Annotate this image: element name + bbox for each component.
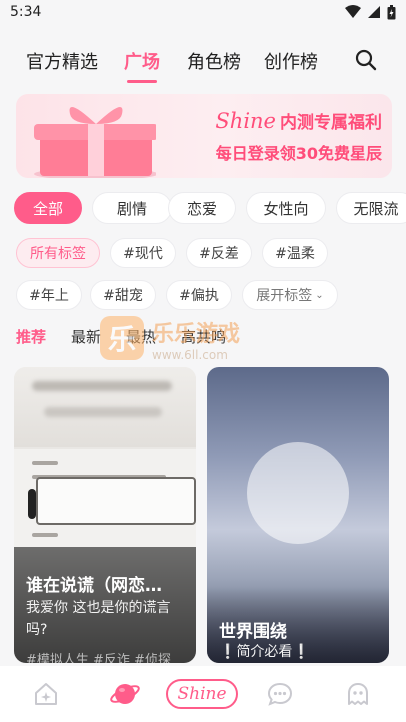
sort-resonance[interactable]: 高共鸣: [181, 326, 226, 347]
tag-contrast[interactable]: #反差: [186, 238, 252, 268]
nav-profile[interactable]: [342, 678, 374, 710]
watermark-url: www.6ll.com: [152, 348, 228, 362]
top-nav: 官方精选 广场 角色榜 创作榜: [0, 42, 406, 83]
tag-obsessive[interactable]: #偏执: [166, 280, 232, 310]
category-story[interactable]: 剧情: [92, 192, 172, 224]
tag-gentle[interactable]: #温柔: [262, 238, 328, 268]
tag-sweet[interactable]: #甜宠: [90, 280, 156, 310]
nav-home[interactable]: [30, 678, 62, 710]
nav-plaza[interactable]: [108, 678, 142, 710]
story-card[interactable]: 世界围绕 ❕简介必看❕: [207, 367, 389, 663]
signal-icon: [368, 6, 380, 18]
card-tags: #模拟人生 #反诈 #侦探: [26, 653, 171, 663]
card-cover-detail: [28, 489, 36, 519]
planet-icon: [110, 684, 140, 704]
search-icon[interactable]: [354, 48, 378, 72]
character-silhouette: [247, 442, 349, 544]
status-icons: [345, 4, 396, 20]
battery-icon: [387, 4, 396, 19]
sort-recommended[interactable]: 推荐: [16, 326, 46, 347]
category-romance[interactable]: 恋爱: [168, 192, 236, 224]
sort-row: 推荐 最新 最热 高共鸣: [0, 324, 406, 348]
tag-all[interactable]: 所有标签: [16, 238, 100, 268]
card-description: ❕简介必看❕: [219, 641, 379, 663]
category-all[interactable]: 全部: [14, 192, 82, 224]
shine-logo: Shine: [215, 109, 276, 133]
gift-box-icon: [34, 106, 156, 178]
banner-title: 内测专属福利: [280, 113, 382, 133]
wifi-icon: [345, 5, 361, 18]
chat-bubble-icon: [267, 682, 293, 706]
ghost-icon: [348, 683, 368, 705]
card-description-text: 简介必看: [236, 644, 293, 660]
card-cover-dialog: [36, 477, 196, 525]
promo-banner[interactable]: Shine 内测专属福利 每日登录领30免费星辰: [16, 94, 392, 178]
card-title: 谁在说谎（网恋…: [26, 576, 162, 596]
banner-subtitle: 每日登录领30免费星辰: [215, 144, 382, 163]
category-row: 全部 剧情 恋爱 女性向 无限流: [14, 192, 406, 224]
story-card[interactable]: 谁在说谎（网恋… 我爱你 这也是你的谎言吗? #模拟人生 #反诈 #侦探: [14, 367, 196, 663]
tag-modern[interactable]: #现代: [110, 238, 176, 268]
nav-shine-button[interactable]: Shine: [166, 679, 238, 709]
card-description: 我爱你 这也是你的谎言吗?: [26, 600, 171, 638]
bottom-nav: Shine: [0, 666, 406, 722]
expand-tags-label: 展开标签: [256, 288, 313, 304]
card-cover-blur: [14, 367, 196, 447]
active-tab-indicator: [127, 80, 157, 83]
card-title: 世界围绕: [219, 622, 287, 642]
sort-newest[interactable]: 最新: [71, 326, 101, 347]
sort-hottest[interactable]: 最热: [126, 326, 156, 347]
category-female[interactable]: 女性向: [246, 192, 326, 224]
chevron-down-icon: ⌄: [315, 289, 324, 301]
tab-official-picks[interactable]: 官方精选: [26, 48, 98, 74]
tab-plaza[interactable]: 广场: [124, 48, 160, 74]
status-time: 5:34: [10, 4, 42, 20]
status-bar: 5:34: [0, 0, 406, 24]
tag-older[interactable]: #年上: [16, 280, 82, 310]
tab-creator-ranking[interactable]: 创作榜: [264, 48, 318, 74]
home-sparkle-icon: [35, 683, 57, 705]
expand-tags-button[interactable]: 展开标签 ⌄: [242, 280, 338, 310]
nav-messages[interactable]: [264, 678, 296, 710]
exclamation-icon: ❕: [219, 644, 237, 660]
category-infinite[interactable]: 无限流: [336, 192, 406, 224]
exclamation-icon: ❕: [292, 644, 310, 660]
banner-headline: Shine 内测专属福利: [215, 108, 382, 133]
tab-character-ranking[interactable]: 角色榜: [187, 48, 241, 74]
